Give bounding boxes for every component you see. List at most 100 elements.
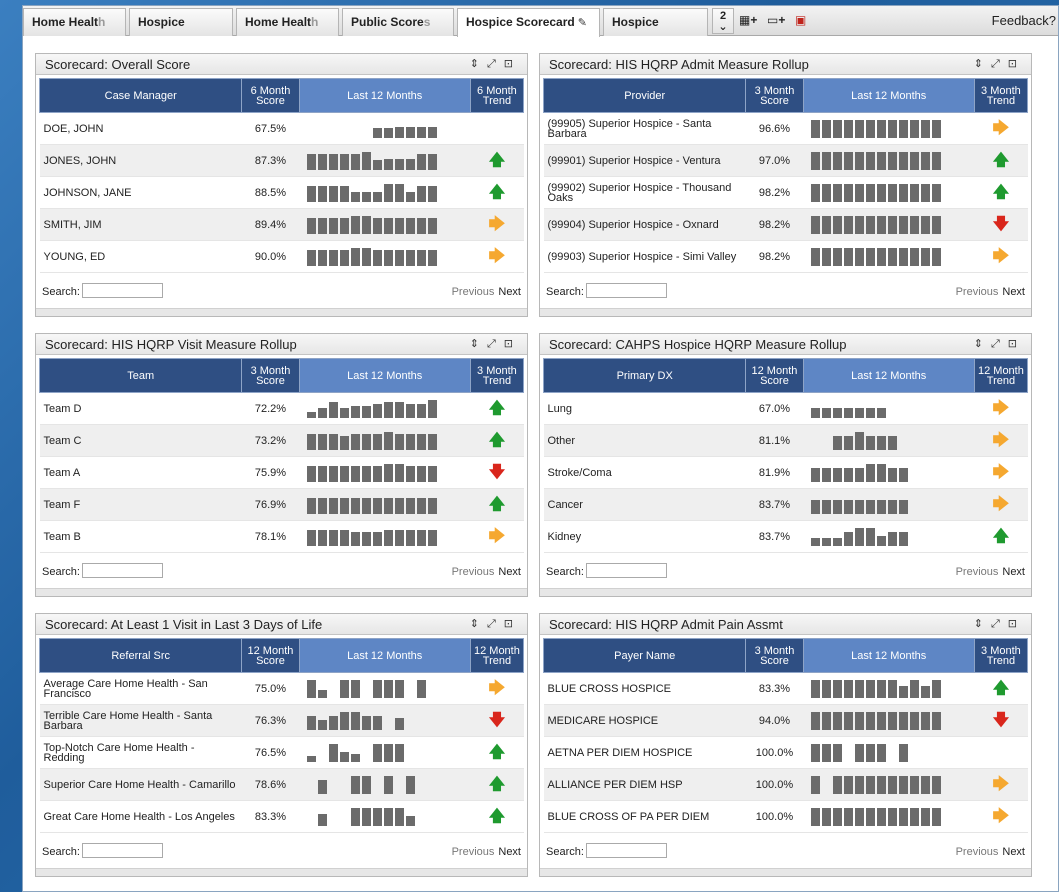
search-input[interactable] <box>586 563 667 578</box>
next-button[interactable]: Next <box>1002 846 1025 858</box>
panel-resize-bar[interactable] <box>36 308 527 316</box>
pdf-export-icon[interactable]: ▣ <box>795 13 806 29</box>
tab-home-health-2[interactable]: Home Health <box>236 8 339 36</box>
column-header[interactable]: 6 Month Score <box>241 78 300 113</box>
search-input[interactable] <box>82 563 163 578</box>
column-header[interactable]: Last 12 Months <box>802 638 975 673</box>
table-row[interactable]: (99901) Superior Hospice - Ventura 97.0% 🡅 <box>543 144 1028 177</box>
table-row[interactable]: Team F 76.9% 🡅 <box>39 488 524 521</box>
table-row[interactable]: Team C 73.2% 🡅 <box>39 424 524 457</box>
table-row[interactable]: Team D 72.2% 🡅 <box>39 392 524 425</box>
table-row[interactable]: Cancer 83.7% 🡆 <box>543 488 1028 521</box>
column-header[interactable]: 3 Month Trend <box>469 358 525 393</box>
table-row[interactable]: ALLIANCE PER DIEM HSP 100.0% 🡆 <box>543 768 1028 801</box>
maximize-icon[interactable]: ⊡ <box>1008 58 1025 70</box>
column-header[interactable]: Referral Src <box>38 638 243 673</box>
more-tabs-dropdown[interactable]: 2 ⌄ <box>712 8 734 34</box>
next-button[interactable]: Next <box>1002 286 1025 298</box>
table-row[interactable]: (99902) Superior Hospice - Thousand Oaks… <box>543 176 1028 209</box>
tab-hospice-1[interactable]: Hospice <box>129 8 233 36</box>
maximize-icon[interactable]: ⊡ <box>504 338 521 350</box>
table-row[interactable]: Average Care Home Health - San Francisco… <box>39 672 524 705</box>
maximize-icon[interactable]: ⊡ <box>504 58 521 70</box>
column-header[interactable]: 3 Month Score <box>745 78 804 113</box>
table-row[interactable]: Team A 75.9% 🡇 <box>39 456 524 489</box>
column-header[interactable]: 3 Month Trend <box>973 638 1029 673</box>
previous-button[interactable]: Previous <box>956 566 999 578</box>
column-header[interactable]: Team <box>38 358 243 393</box>
column-header[interactable]: 12 Month Trend <box>973 358 1029 393</box>
column-header[interactable]: 12 Month Score <box>745 358 804 393</box>
tab-home-health-1[interactable]: Home Health <box>23 8 126 36</box>
table-row[interactable]: (99903) Superior Hospice - Simi Valley 98… <box>543 240 1028 273</box>
column-header[interactable]: Case Manager <box>38 78 243 113</box>
search-input[interactable] <box>586 843 667 858</box>
search-input[interactable] <box>586 283 667 298</box>
table-row[interactable]: MEDICARE HOSPICE 94.0% 🡇 <box>543 704 1028 737</box>
column-header[interactable]: Last 12 Months <box>802 358 975 393</box>
sort-icon[interactable]: ⇕ <box>470 618 487 630</box>
panel-resize-bar[interactable] <box>540 868 1031 876</box>
table-row[interactable]: Team B 78.1% 🡆 <box>39 520 524 553</box>
edit-icon[interactable]: ⤢ <box>991 338 1008 350</box>
table-row[interactable]: Lung 67.0% 🡆 <box>543 392 1028 425</box>
add-widget-icon[interactable]: ▭+ <box>767 13 785 29</box>
column-header[interactable]: 12 Month Score <box>241 638 300 673</box>
column-header[interactable]: 6 Month Trend <box>469 78 525 113</box>
search-input[interactable] <box>82 283 163 298</box>
column-header[interactable]: Provider <box>542 78 747 113</box>
search-input[interactable] <box>82 843 163 858</box>
table-row[interactable]: Top-Notch Care Home Health - Redding 76.5… <box>39 736 524 769</box>
table-row[interactable]: SMITH, JIM 89.4% 🡆 <box>39 208 524 241</box>
table-row[interactable]: Other 81.1% 🡆 <box>543 424 1028 457</box>
column-header[interactable]: Last 12 Months <box>298 638 471 673</box>
maximize-icon[interactable]: ⊡ <box>1008 618 1025 630</box>
previous-button[interactable]: Previous <box>452 846 495 858</box>
previous-button[interactable]: Previous <box>956 286 999 298</box>
panel-resize-bar[interactable] <box>540 308 1031 316</box>
previous-button[interactable]: Previous <box>956 846 999 858</box>
table-row[interactable]: Great Care Home Health - Los Angeles 83.3… <box>39 800 524 833</box>
table-row[interactable]: Terrible Care Home Health - Santa Barbar… <box>39 704 524 737</box>
panel-resize-bar[interactable] <box>36 588 527 596</box>
table-row[interactable]: DOE, JOHN 67.5% <box>39 112 524 145</box>
column-header[interactable]: Last 12 Months <box>298 78 471 113</box>
previous-button[interactable]: Previous <box>452 286 495 298</box>
edit-icon[interactable]: ⤢ <box>487 58 504 70</box>
next-button[interactable]: Next <box>498 286 521 298</box>
tab-public-scores[interactable]: Public Scores <box>342 8 454 36</box>
feedback-link[interactable]: Feedback? <box>992 13 1056 28</box>
edit-icon[interactable]: ⤢ <box>991 618 1008 630</box>
table-row[interactable]: YOUNG, ED 90.0% 🡆 <box>39 240 524 273</box>
column-header[interactable]: Payer Name <box>542 638 747 673</box>
column-header[interactable]: Last 12 Months <box>802 78 975 113</box>
edit-pencil-icon[interactable]: ✎ <box>578 17 587 29</box>
panel-resize-bar[interactable] <box>540 588 1031 596</box>
maximize-icon[interactable]: ⊡ <box>504 618 521 630</box>
tab-hospice-2[interactable]: Hospice <box>603 8 708 36</box>
next-button[interactable]: Next <box>498 846 521 858</box>
table-row[interactable]: Kidney 83.7% 🡅 <box>543 520 1028 553</box>
next-button[interactable]: Next <box>1002 566 1025 578</box>
column-header[interactable]: Last 12 Months <box>298 358 471 393</box>
table-row[interactable]: Stroke/Coma 81.9% 🡆 <box>543 456 1028 489</box>
sort-icon[interactable]: ⇕ <box>470 58 487 70</box>
table-row[interactable]: Superior Care Home Health - Camarillo 78.… <box>39 768 524 801</box>
previous-button[interactable]: Previous <box>452 566 495 578</box>
sort-icon[interactable]: ⇕ <box>974 338 991 350</box>
table-row[interactable]: BLUE CROSS OF PA PER DIEM 100.0% 🡆 <box>543 800 1028 833</box>
next-button[interactable]: Next <box>498 566 521 578</box>
edit-icon[interactable]: ⤢ <box>991 58 1008 70</box>
sort-icon[interactable]: ⇕ <box>470 338 487 350</box>
table-row[interactable]: JONES, JOHN 87.3% 🡅 <box>39 144 524 177</box>
add-dashboard-icon[interactable]: ▦+ <box>739 13 757 29</box>
column-header[interactable]: Primary DX <box>542 358 747 393</box>
sort-icon[interactable]: ⇕ <box>974 618 991 630</box>
table-row[interactable]: BLUE CROSS HOSPICE 83.3% 🡅 <box>543 672 1028 705</box>
tab-hospice-scorecard[interactable]: Hospice Scorecard ✎ <box>457 8 600 37</box>
table-row[interactable]: AETNA PER DIEM HOSPICE 100.0% <box>543 736 1028 769</box>
column-header[interactable]: 3 Month Trend <box>973 78 1029 113</box>
maximize-icon[interactable]: ⊡ <box>1008 338 1025 350</box>
edit-icon[interactable]: ⤢ <box>487 338 504 350</box>
table-row[interactable]: (99904) Superior Hospice - Oxnard 98.2% 🡇 <box>543 208 1028 241</box>
